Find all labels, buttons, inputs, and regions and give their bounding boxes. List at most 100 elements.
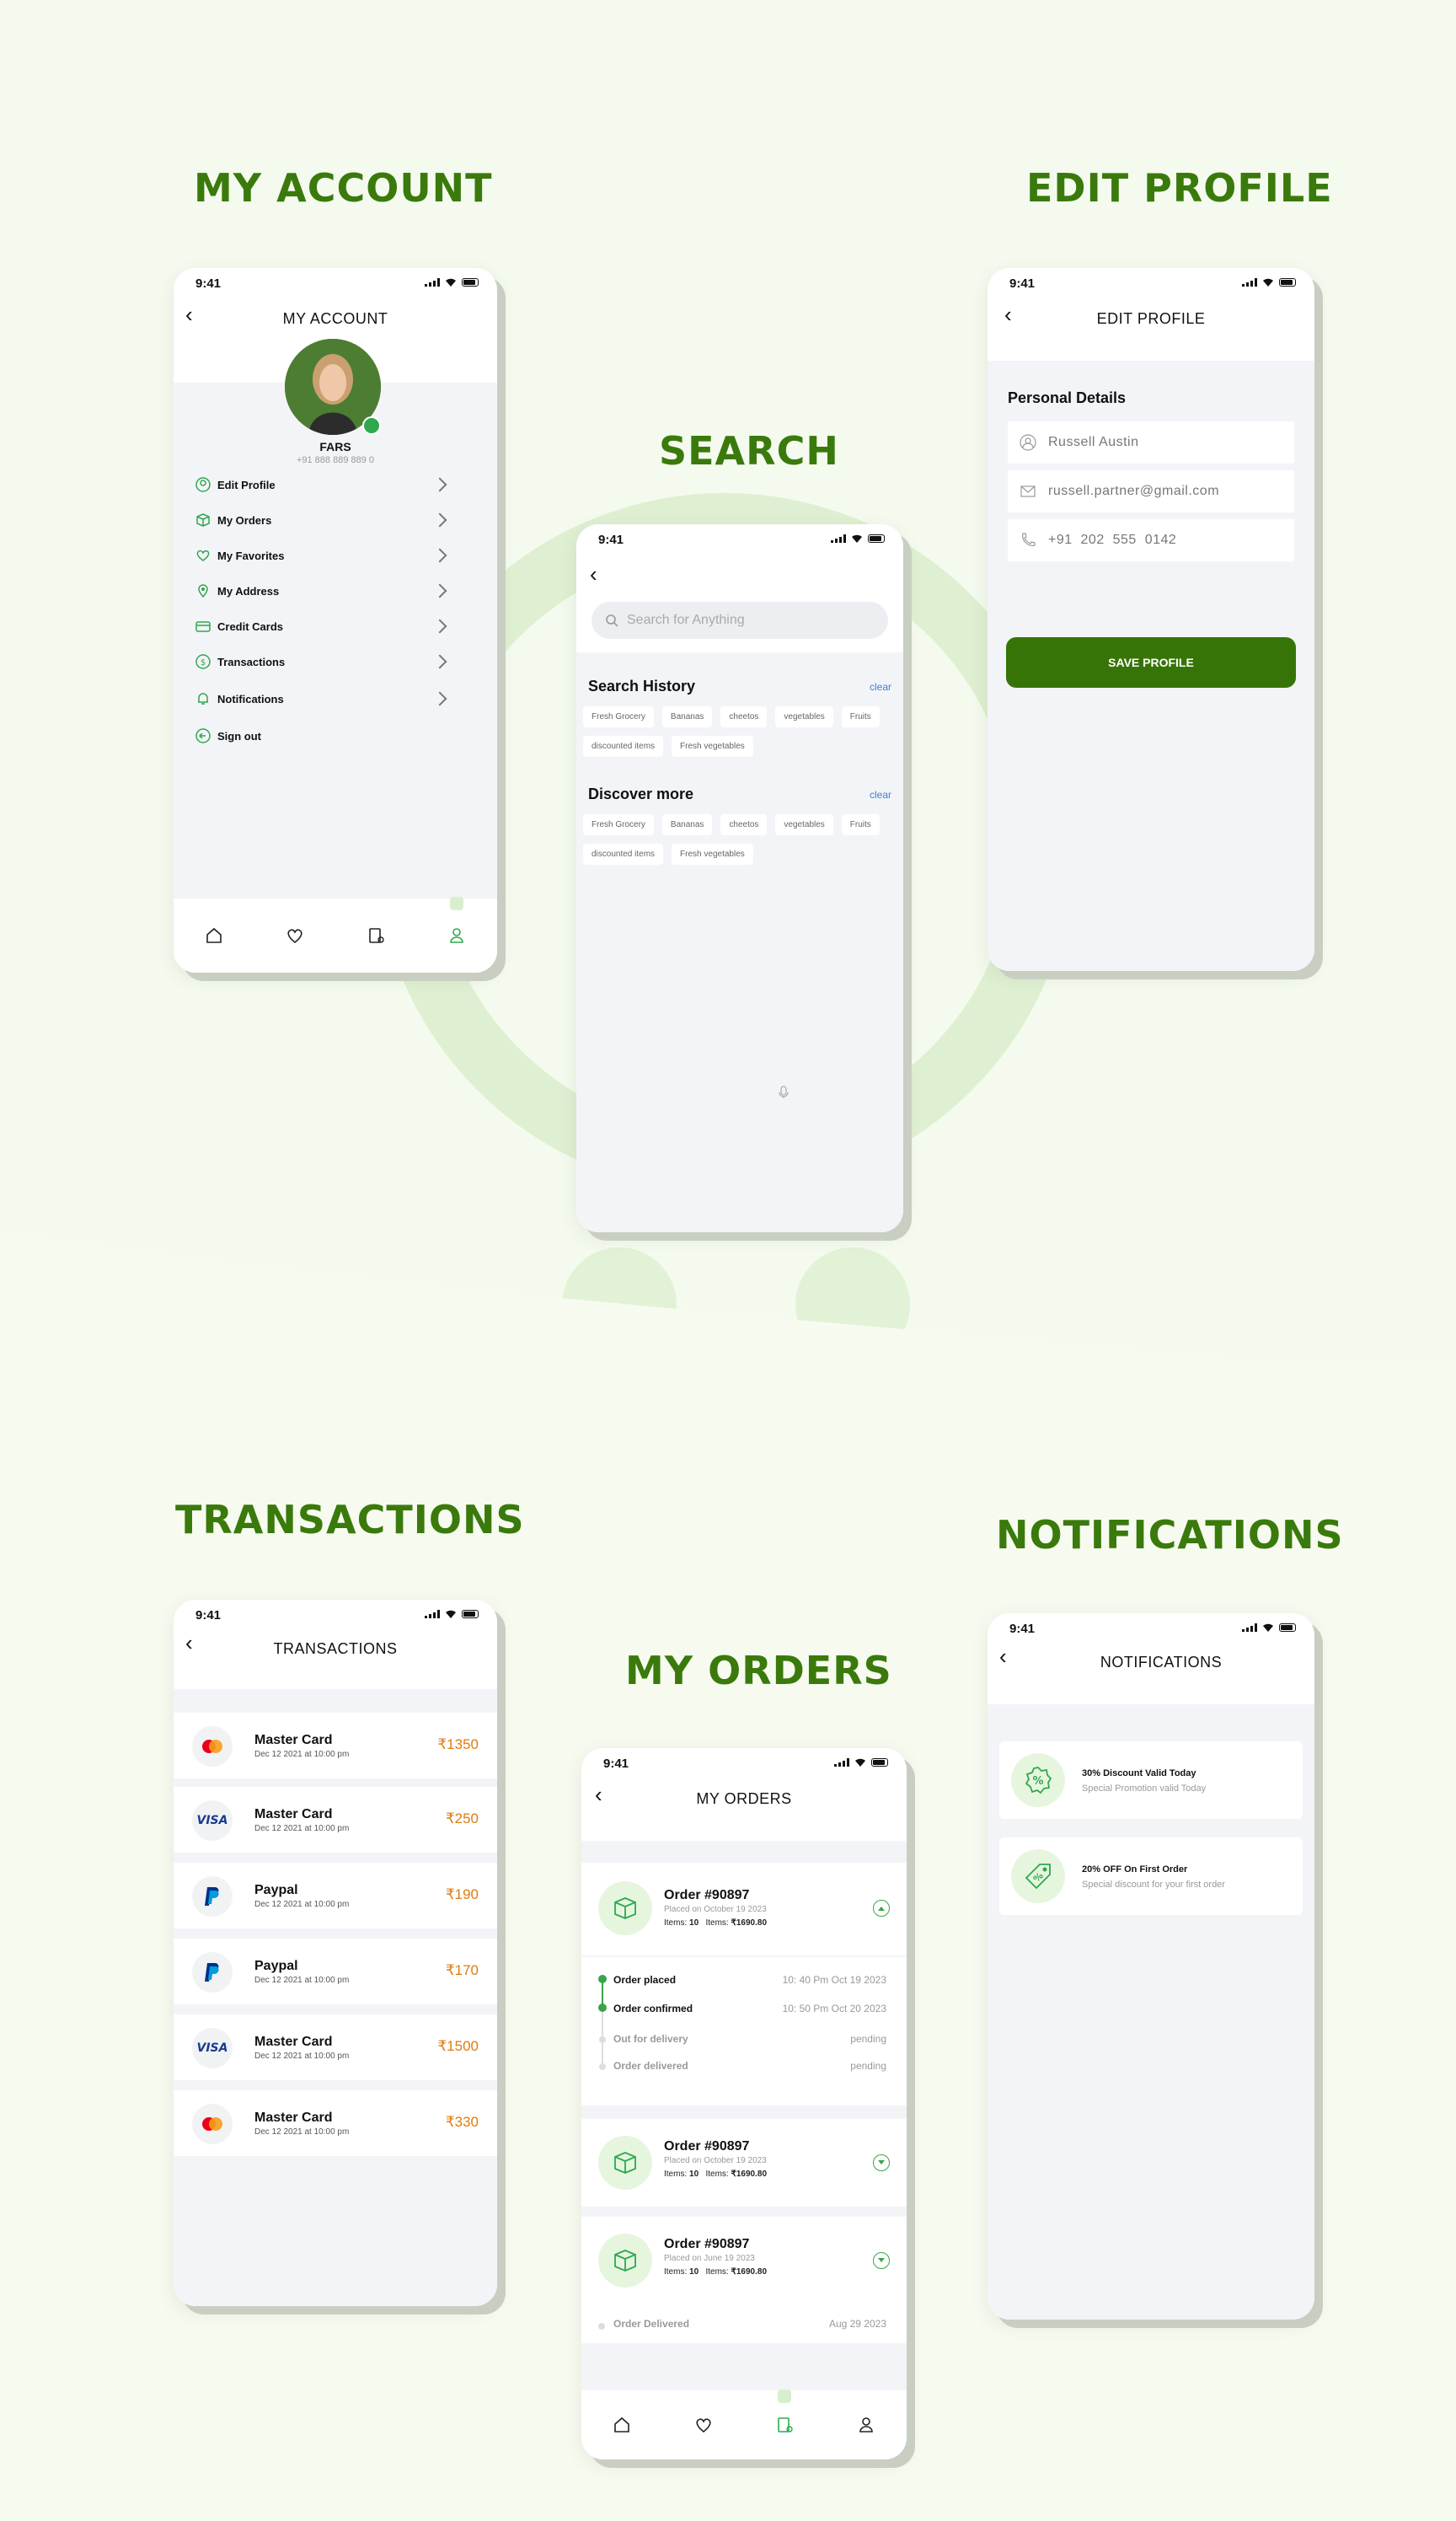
- order-card[interactable]: Order #90897 Placed on October 19 2023 I…: [581, 2119, 907, 2207]
- transaction-row[interactable]: Paypal Dec 12 2021 at 10:00 pm ₹170: [174, 1939, 497, 2004]
- discount-tag-icon: %: [1011, 1849, 1065, 1903]
- clear-history-button[interactable]: clear: [870, 681, 891, 693]
- transaction-row[interactable]: VISA Master Card Dec 12 2021 at 10:00 pm…: [174, 2014, 497, 2080]
- phone-edit-profile: 9:41 ‹ EDIT PROFILE Personal Details SAV…: [988, 268, 1314, 971]
- discover-chips: Fresh Grocery Bananas cheetos vegetables…: [583, 814, 903, 865]
- save-profile-button[interactable]: SAVE PROFILE: [1006, 637, 1296, 688]
- transactions-icon: $: [194, 652, 212, 671]
- transaction-row[interactable]: Paypal Dec 12 2021 at 10:00 pm ₹190: [174, 1863, 497, 1928]
- menu-label: Notifications: [217, 692, 284, 705]
- discover-title: Discover more: [588, 786, 694, 802]
- profile-phone: +91 888 889 889 0: [296, 455, 375, 465]
- search-icon: [606, 614, 618, 627]
- transaction-row[interactable]: VISA Master Card Dec 12 2021 at 10:00 pm…: [174, 1787, 497, 1853]
- history-chip[interactable]: Bananas: [661, 706, 713, 727]
- history-chip[interactable]: discounted items: [583, 736, 664, 757]
- status-bar: 9:41: [576, 524, 903, 558]
- wifi-icon: [446, 278, 456, 287]
- name-input[interactable]: [1048, 435, 1267, 450]
- back-button[interactable]: ‹: [590, 563, 597, 585]
- wifi-icon: [852, 534, 862, 543]
- order-title: Order #90897: [664, 2139, 750, 2154]
- menu-edit-profile[interactable]: Edit Profile: [194, 472, 477, 497]
- chevron-right-icon: [432, 548, 447, 563]
- battery-icon: [868, 534, 885, 543]
- transaction-row[interactable]: Master Card Dec 12 2021 at 10:00 pm ₹135…: [174, 1713, 497, 1778]
- history-chip[interactable]: vegetables: [775, 706, 833, 727]
- order-timeline: Order placed 10: 40 Pm Oct 19 2023 Order …: [581, 1957, 907, 2105]
- battery-icon: [462, 278, 479, 287]
- nav-home-icon[interactable]: [201, 922, 228, 949]
- nav-home-icon[interactable]: [608, 2411, 635, 2438]
- history-chip[interactable]: Fruits: [841, 706, 880, 727]
- menu-sign-out[interactable]: Sign out: [194, 723, 477, 748]
- order-card[interactable]: Order #90897 Placed on June 19 2023 Item…: [581, 2217, 907, 2343]
- menu-credit-cards[interactable]: Credit Cards: [194, 614, 477, 639]
- nav-profile-icon[interactable]: [853, 2411, 880, 2438]
- notification-item[interactable]: % 30% Discount Valid Today Special Promo…: [999, 1741, 1303, 1819]
- heart-icon: [194, 546, 212, 565]
- discover-chip[interactable]: cheetos: [720, 814, 768, 835]
- order-card[interactable]: Order #90897 Placed on October 19 2023 I…: [581, 1863, 907, 1955]
- menu-my-favorites[interactable]: My Favorites: [194, 543, 477, 568]
- nav-heart-icon[interactable]: [281, 922, 308, 949]
- phone-input[interactable]: [1048, 533, 1267, 548]
- discover-chip[interactable]: vegetables: [775, 814, 833, 835]
- wifi-icon: [855, 1758, 865, 1767]
- signal-icon: [831, 534, 846, 543]
- heading-notifications: NOTIFICATIONS: [996, 1512, 1344, 1558]
- discover-chip[interactable]: Bananas: [661, 814, 713, 835]
- menu-label: Credit Cards: [217, 620, 284, 633]
- name-field[interactable]: [1008, 421, 1294, 464]
- expand-toggle-icon[interactable]: [873, 2252, 890, 2269]
- notification-title: 20% OFF On First Order: [1082, 1864, 1188, 1875]
- chevron-right-icon: [432, 512, 447, 528]
- page-title: MY ACCOUNT: [282, 310, 388, 327]
- package-icon: [598, 2234, 652, 2288]
- status-time: 9:41: [195, 1608, 222, 1623]
- wifi-icon: [1263, 278, 1273, 287]
- chevron-right-icon: [432, 477, 447, 492]
- page-title: NOTIFICATIONS: [1100, 1654, 1223, 1671]
- camera-icon[interactable]: [362, 416, 381, 435]
- nav-profile-icon[interactable]: [443, 897, 470, 949]
- email-field[interactable]: [1008, 470, 1294, 512]
- history-chip[interactable]: cheetos: [720, 706, 768, 727]
- order-title: Order #90897: [664, 1888, 750, 1902]
- phone-field[interactable]: [1008, 519, 1294, 561]
- nav-orders-icon[interactable]: [362, 922, 389, 949]
- menu-transactions[interactable]: $ Transactions: [194, 649, 477, 674]
- discover-chip[interactable]: Fresh Grocery: [583, 814, 654, 835]
- discover-chip[interactable]: discounted items: [583, 844, 664, 865]
- bottom-nav: [174, 897, 497, 973]
- package-icon: [598, 2136, 652, 2190]
- signal-icon: [425, 1610, 440, 1618]
- phone-my-account: 9:41 ‹ MY ACCOUNT FARS +91 888 889 889 0…: [174, 268, 497, 973]
- discover-chip[interactable]: Fruits: [841, 814, 880, 835]
- menu-my-address[interactable]: My Address: [194, 578, 477, 603]
- menu-my-orders[interactable]: My Orders: [194, 507, 477, 533]
- status-time: 9:41: [195, 276, 222, 291]
- timeline-row: Order delivered pending: [613, 2060, 886, 2072]
- notification-item[interactable]: % 20% OFF On First Order Special discoun…: [999, 1837, 1303, 1915]
- search-input[interactable]: [627, 613, 829, 628]
- svg-text:%: %: [1032, 1775, 1043, 1788]
- menu-notifications[interactable]: Notifications: [194, 686, 477, 711]
- transaction-date: Dec 12 2021 at 10:00 pm: [254, 1824, 350, 1833]
- nav-heart-icon[interactable]: [690, 2411, 717, 2438]
- nav-orders-icon[interactable]: [771, 2390, 798, 2438]
- order-placed-date: Placed on October 19 2023: [664, 2156, 767, 2165]
- search-bar[interactable]: [592, 602, 888, 639]
- discover-chip[interactable]: Fresh vegetables: [672, 844, 753, 865]
- collapse-toggle-icon[interactable]: [873, 1900, 890, 1917]
- history-chip[interactable]: Fresh vegetables: [672, 736, 753, 757]
- email-input[interactable]: [1048, 484, 1267, 499]
- history-chip[interactable]: Fresh Grocery: [583, 706, 654, 727]
- personal-details-title: Personal Details: [1008, 389, 1127, 406]
- microphone-icon[interactable]: [779, 1086, 789, 1099]
- clear-discover-button[interactable]: clear: [870, 789, 891, 801]
- transaction-date: Dec 12 2021 at 10:00 pm: [254, 1900, 350, 1909]
- expand-toggle-icon[interactable]: [873, 2154, 890, 2171]
- order-title: Order #90897: [664, 2237, 750, 2251]
- transaction-row[interactable]: Master Card Dec 12 2021 at 10:00 pm ₹330: [174, 2090, 497, 2156]
